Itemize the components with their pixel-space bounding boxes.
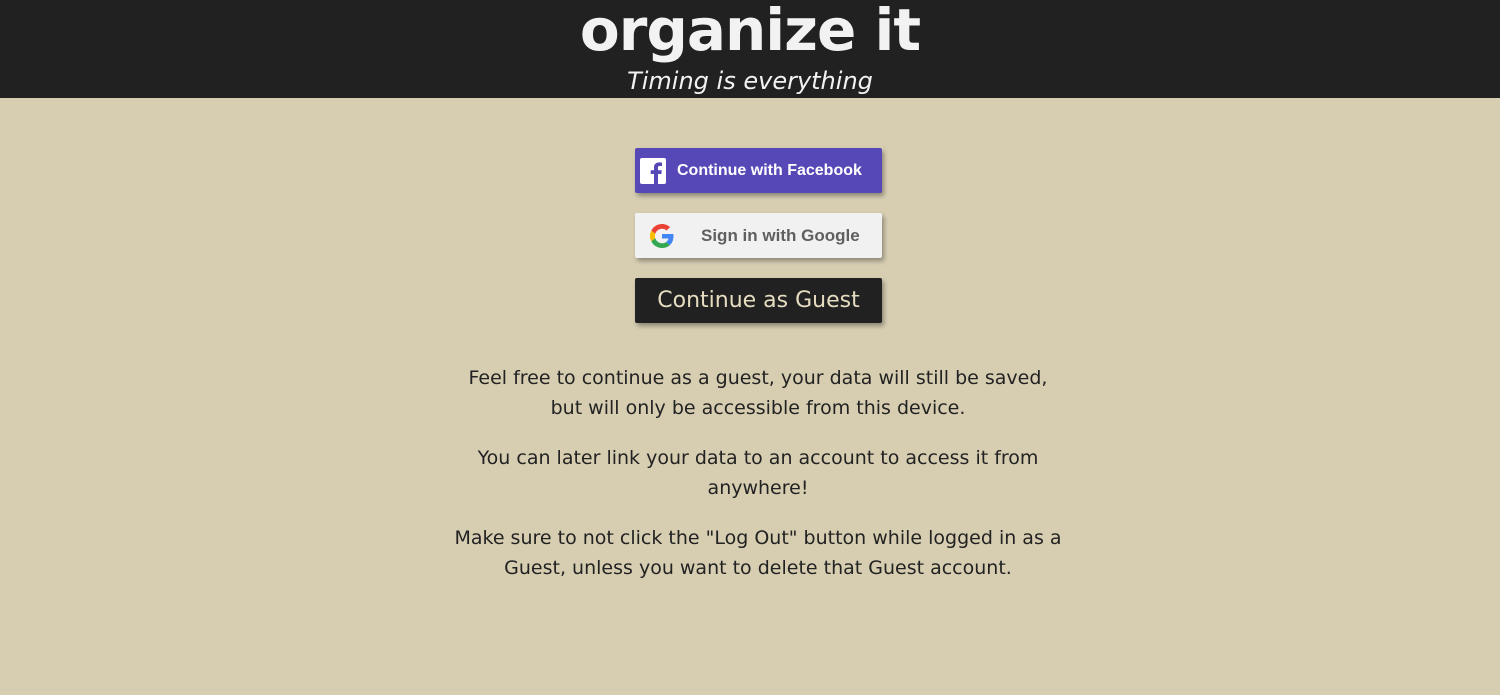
facebook-icon	[640, 157, 666, 184]
app-header: organize it Timing is everything	[0, 0, 1500, 98]
guest-continue-button[interactable]: Continue as Guest	[635, 278, 882, 323]
google-icon	[649, 223, 675, 249]
app-title: organize it	[579, 0, 921, 64]
link-account-info-paragraph: You can later link your data to an accou…	[477, 447, 1039, 499]
guest-continue-label: Continue as Guest	[657, 288, 860, 313]
facebook-login-button[interactable]: Continue with Facebook	[635, 148, 882, 193]
facebook-login-label: Continue with Facebook	[677, 161, 862, 179]
login-panel: Continue with Facebook Sign in with Goog…	[0, 98, 1500, 695]
google-signin-label: Sign in with Google	[701, 225, 860, 245]
logout-warning-paragraph: Make sure to not click the "Log Out" but…	[454, 527, 1062, 579]
app-tagline: Timing is everything	[627, 67, 873, 95]
google-signin-button[interactable]: Sign in with Google	[635, 213, 882, 258]
guest-info-paragraph: Feel free to continue as a guest, your d…	[468, 367, 1048, 419]
